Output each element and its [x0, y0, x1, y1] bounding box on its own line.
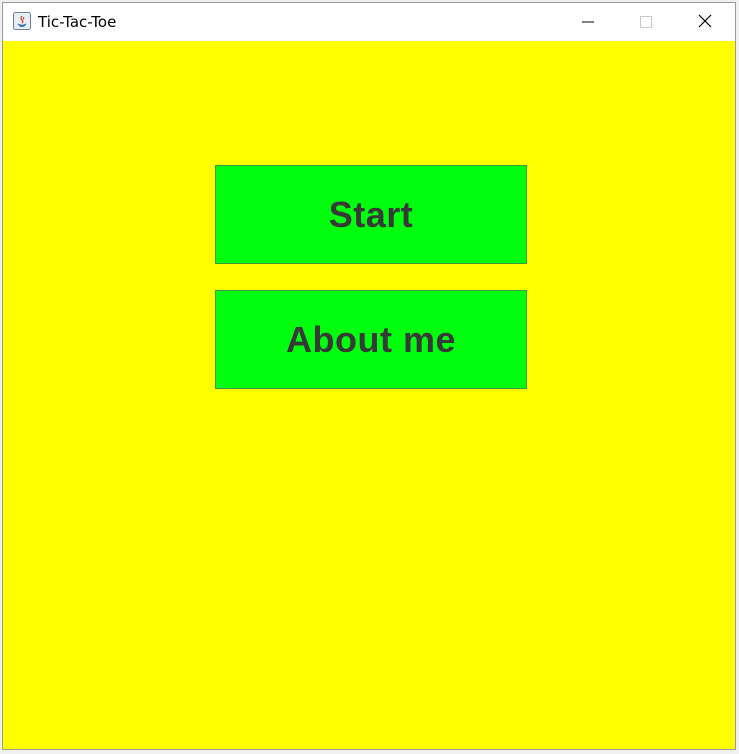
minimize-icon: [582, 13, 594, 32]
about-me-button[interactable]: About me: [215, 290, 527, 389]
close-button[interactable]: [676, 3, 734, 41]
minimize-button[interactable]: [559, 3, 617, 41]
window-title: Tic-Tac-Toe: [38, 13, 117, 31]
close-icon: [698, 13, 712, 32]
maximize-icon: [640, 13, 652, 32]
main-panel: Start About me: [3, 41, 735, 749]
title-bar[interactable]: Tic-Tac-Toe: [3, 3, 735, 41]
app-window: Tic-Tac-Toe Start About me: [2, 2, 736, 750]
maximize-button[interactable]: [617, 3, 675, 41]
start-button[interactable]: Start: [215, 165, 527, 264]
java-app-icon: [13, 12, 31, 30]
